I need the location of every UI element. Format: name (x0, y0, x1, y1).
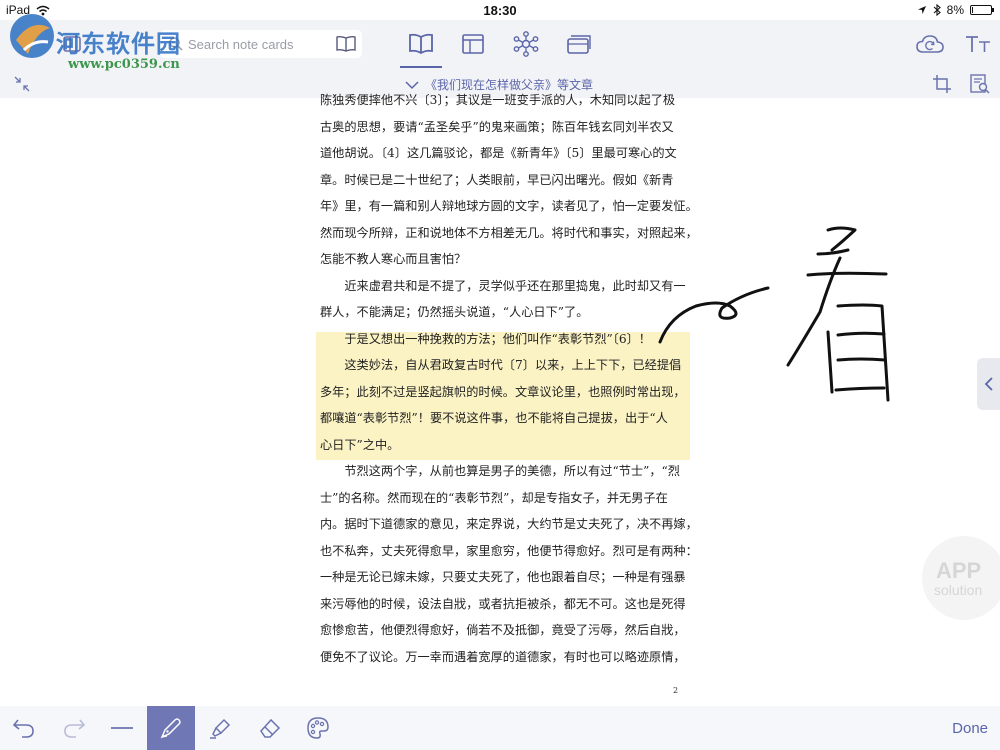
document-line: 章。时候已是二十世纪了；人类眼前，早已闪出曙光。假如《新青 (320, 172, 674, 187)
open-book-icon (409, 33, 433, 55)
side-panel-handle[interactable] (977, 358, 1000, 410)
document-line: 便免不了议论。万一幸而遇着宽厚的道德家，有时也可以略迹原情， (320, 649, 686, 664)
document-line: 然而现今所辩，正和说地体不方相差无几。将时代和事实，对照起来， (320, 225, 698, 240)
battery-percent: 8% (946, 3, 964, 17)
tab-cards[interactable] (565, 30, 593, 58)
document-line: 多年；此刻不过是竖起旗帜的时候。文章议论里，也照例时常出现， (320, 384, 686, 399)
document-line: 群人，不能满足；仍然摇头说道，“人心日下”了。 (320, 305, 589, 319)
tab-reader[interactable] (407, 30, 435, 58)
eraser-tool-button[interactable] (246, 706, 294, 750)
color-palette-button[interactable] (294, 706, 342, 750)
page-search-icon[interactable] (966, 70, 994, 98)
tab-mindmap[interactable] (512, 30, 540, 58)
highlighter-tool-button[interactable] (196, 706, 244, 750)
page-number: 2 (673, 686, 679, 695)
redo-button[interactable] (50, 706, 98, 750)
palette-icon (307, 717, 329, 739)
document-line: 内。据时下道德家的意见，来定界说，大约节是丈夫死了，决不再嫁， (320, 517, 698, 531)
layout-panels-icon (462, 34, 484, 54)
site-name: 河东软件园 (56, 29, 181, 58)
app-badge-line1: APP (936, 558, 982, 583)
document-line: 愈惨愈苦，他便烈得愈好，倘若不及抵御，竟受了污辱，然后自戕， (320, 623, 686, 637)
document-line: 年》里，有一篇和别人辩地球方圆的文字，读者见了，怕一定要发怔。 (320, 199, 698, 213)
app-badge-line2: solution (934, 582, 983, 598)
document-line: 一种是无论已嫁未嫁，只要丈夫死了，他也跟着自尽；一种是有强暴 (320, 570, 686, 584)
chevron-left-icon (984, 377, 993, 391)
site-url: www.pc0359.cn (68, 57, 180, 72)
crop-icon[interactable] (928, 70, 956, 98)
drawing-toolbar: Done (0, 706, 1000, 750)
cloud-sync-button[interactable] (914, 30, 946, 58)
bluetooth-icon (933, 4, 941, 16)
done-button[interactable]: Done (952, 720, 988, 737)
card-stack-icon (567, 35, 591, 54)
document-line: 近来虚君共和是不提了，灵学似乎还在那里捣鬼，此时却又有一 (320, 278, 686, 293)
site-watermark: 河东软件园 www.pc0359.cn (6, 10, 216, 72)
cloud-sync-icon (916, 35, 944, 53)
document-line: 心日下”之中。 (320, 437, 400, 452)
location-icon (917, 6, 926, 14)
app-watermark: APP solution (922, 536, 1000, 620)
chevron-down-icon (405, 80, 419, 89)
site-logo-icon (10, 14, 54, 58)
tab-layout[interactable] (459, 30, 487, 58)
handwriting-annotation[interactable] (650, 220, 900, 410)
text-size-button[interactable] (962, 30, 994, 58)
pen-tool-button[interactable] (147, 706, 195, 750)
document-line: 古奥的思想，要请“孟圣矣乎”的鬼来画策；陈百年钱玄同刘半农又 (320, 119, 674, 134)
document-line: 陈独秀便摔他不兴〔3〕；其议是一班变手派的人，木知同以起了极 (320, 93, 676, 107)
document-line: 于是又想出一种挽救的方法；他们叫作“表彰节烈”〔6〕！ (320, 331, 651, 346)
document-line: 怎能不教人寒心而且害怕？ (320, 252, 467, 266)
line-icon (111, 727, 133, 729)
undo-icon (12, 719, 34, 738)
book-icon[interactable] (332, 30, 360, 58)
network-icon (513, 31, 539, 57)
document-line: 道他胡说。〔4〕这几篇驳论，都是《新青年》〔5〕里最可寒心的文 (320, 146, 677, 160)
text-size-icon (966, 36, 990, 52)
redo-icon (64, 719, 86, 738)
pen-icon (160, 718, 181, 739)
line-tool-button[interactable] (98, 706, 146, 750)
highlighter-icon (210, 718, 231, 739)
document-line: 士”的名称。然而现在的“表彰节烈”，却是专指女子，并无男子在 (320, 490, 668, 505)
document-line: 都嚷道“表彰节烈”！要不说这件事，也不能将自己提拔，出于“人 (320, 411, 668, 425)
collapse-icon[interactable] (8, 70, 36, 98)
eraser-icon (260, 718, 281, 738)
document-line: 节烈这两个字，从前也算是男子的美德，所以有过“节士”，“烈 (320, 464, 680, 478)
status-right: 8% (917, 3, 994, 17)
document-line: 也不私奔，丈夫死得愈早，家里愈穷，他便节得愈好。烈可是有两种： (320, 543, 698, 558)
undo-button[interactable] (0, 706, 48, 750)
document-line: 来污辱他的时候，设法自戕，或者抗拒被杀，都无不可。这也是死得 (320, 596, 686, 611)
battery-fill (972, 7, 973, 13)
battery-icon (970, 5, 994, 15)
document-line: 这类妙法，自从君政复古时代〔7〕以来，上上下下，已经提倡 (320, 358, 682, 372)
